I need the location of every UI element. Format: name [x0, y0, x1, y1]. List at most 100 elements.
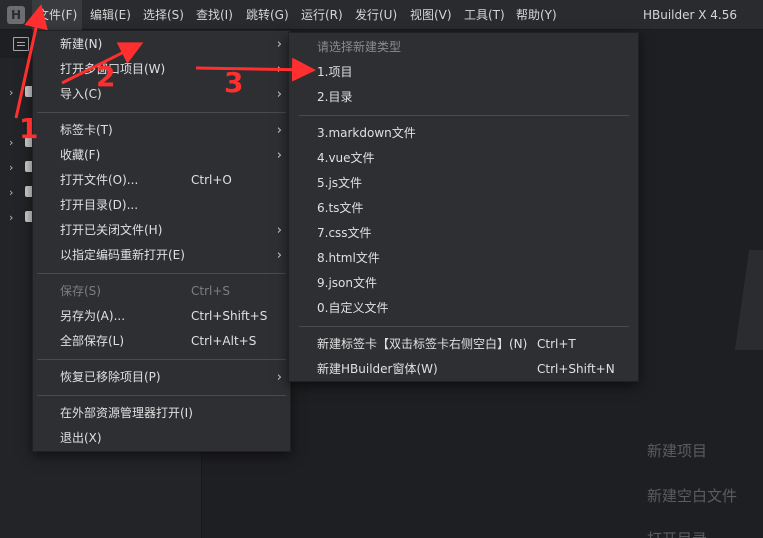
submenu-item-new-window[interactable]: 新建HBuilder窗体(W) Ctrl+Shift+N [289, 357, 638, 382]
submenu-item-label: 8.html文件 [317, 251, 380, 265]
menu-divider [299, 326, 629, 327]
menu-goto[interactable]: 跳转(G) [241, 0, 294, 30]
chevron-right-icon: › [276, 62, 282, 77]
menu-item-open-closed-file[interactable]: 打开已关闭文件(H) › [33, 218, 290, 243]
menu-divider [37, 273, 286, 274]
chevron-right-icon: › [9, 161, 14, 174]
chevron-right-icon: › [9, 86, 14, 99]
menu-item-shortcut: Ctrl+Shift+S [191, 309, 268, 323]
submenu-item-vue[interactable]: 4.vue文件 [289, 146, 638, 171]
menu-tools[interactable]: 工具(T) [459, 0, 510, 30]
menu-item-label: 退出(X) [60, 431, 102, 445]
menu-item-save-as[interactable]: 另存为(A)... Ctrl+Shift+S [33, 304, 290, 329]
welcome-open-dir-link[interactable]: 打开目录 [647, 528, 707, 538]
submenu-item-json[interactable]: 9.json文件 [289, 271, 638, 296]
menu-run[interactable]: 运行(R) [296, 0, 348, 30]
app-title: HBuilder X 4.56 [642, 8, 737, 22]
menu-item-label: 恢复已移除项目(P) [60, 370, 161, 384]
menu-item-label: 打开目录(D)... [60, 198, 139, 212]
annotation-step-1: 1 [19, 112, 39, 145]
menu-select[interactable]: 选择(S) [138, 0, 189, 30]
submenu-header: 请选择新建类型 [289, 35, 638, 60]
annotation-step-2: 2 [96, 60, 116, 93]
welcome-new-project-link[interactable]: 新建项目 [647, 440, 707, 461]
file-menu: 新建(N) › 打开多窗口项目(W) › 导入(C) › 标签卡(T) › 收藏… [32, 30, 291, 452]
menu-item-reopen-with-encoding[interactable]: 以指定编码重新打开(E) › [33, 243, 290, 268]
submenu-item-directory[interactable]: 2.目录 [289, 85, 638, 110]
menu-item-shortcut: Ctrl+O [191, 173, 232, 187]
chevron-right-icon: › [9, 136, 14, 149]
submenu-item-markdown[interactable]: 3.markdown文件 [289, 121, 638, 146]
chevron-right-icon: › [9, 211, 14, 224]
menu-divider [37, 395, 286, 396]
menu-item-label: 在外部资源管理器打开(I) [60, 406, 193, 420]
submenu-item-custom-file[interactable]: 0.自定义文件 [289, 296, 638, 321]
submenu-item-label: 1.项目 [317, 65, 353, 79]
project-manager-icon[interactable] [13, 37, 29, 51]
menu-item-open-directory[interactable]: 打开目录(D)... [33, 193, 290, 218]
menu-item-label: 打开文件(O)... [60, 173, 139, 187]
menu-item-open-in-explorer[interactable]: 在外部资源管理器打开(I) [33, 401, 290, 426]
menu-divider [37, 112, 286, 113]
submenu-item-ts[interactable]: 6.ts文件 [289, 196, 638, 221]
submenu-item-html[interactable]: 8.html文件 [289, 246, 638, 271]
submenu-item-project[interactable]: 1.项目 [289, 60, 638, 85]
menu-find[interactable]: 查找(I) [191, 0, 238, 30]
menu-item-exit[interactable]: 退出(X) [33, 426, 290, 451]
submenu-item-label: 9.json文件 [317, 276, 377, 290]
menu-item-tabs[interactable]: 标签卡(T) › [33, 118, 290, 143]
menu-item-shortcut: Ctrl+S [191, 284, 231, 298]
menu-item-favorites[interactable]: 收藏(F) › [33, 143, 290, 168]
menu-item-label: 以指定编码重新打开(E) [60, 248, 185, 262]
new-submenu: 请选择新建类型 1.项目 2.目录 3.markdown文件 4.vue文件 5… [288, 32, 639, 382]
submenu-header-label: 请选择新建类型 [317, 40, 402, 54]
chevron-right-icon: › [276, 223, 282, 238]
menu-item-label: 全部保存(L) [60, 334, 125, 348]
submenu-item-label: 4.vue文件 [317, 151, 375, 165]
menu-item-label: 收藏(F) [60, 148, 101, 162]
menu-help[interactable]: 帮助(Y) [511, 0, 562, 30]
menu-item-open-file[interactable]: 打开文件(O)... Ctrl+O [33, 168, 290, 193]
submenu-item-label: 3.markdown文件 [317, 126, 416, 140]
menu-item-label: 新建(N) [60, 37, 103, 51]
chevron-right-icon: › [9, 186, 14, 199]
menu-divider [37, 359, 286, 360]
submenu-item-css[interactable]: 7.css文件 [289, 221, 638, 246]
menu-file[interactable]: 文件(F) [32, 0, 83, 30]
menu-item-label: 标签卡(T) [60, 123, 113, 137]
submenu-item-label: 新建标签卡【双击标签卡右侧空白】(N) [317, 337, 528, 351]
chevron-right-icon: › [276, 370, 282, 385]
chevron-right-icon: › [276, 37, 282, 52]
menu-item-save[interactable]: 保存(S) Ctrl+S [33, 279, 290, 304]
submenu-item-label: 0.自定义文件 [317, 301, 389, 315]
submenu-item-label: 新建HBuilder窗体(W) [317, 362, 438, 376]
hbuilder-logo-icon: H [7, 6, 25, 24]
submenu-item-label: 2.目录 [317, 90, 353, 104]
chevron-right-icon: › [276, 248, 282, 263]
submenu-item-shortcut: Ctrl+T [537, 337, 576, 351]
submenu-item-js[interactable]: 5.js文件 [289, 171, 638, 196]
menu-item-new[interactable]: 新建(N) › [33, 32, 290, 57]
menu-item-open-multi-window-project[interactable]: 打开多窗口项目(W) › [33, 57, 290, 82]
menu-item-save-all[interactable]: 全部保存(L) Ctrl+Alt+S [33, 329, 290, 354]
chevron-right-icon: › [276, 148, 282, 163]
menu-item-shortcut: Ctrl+Alt+S [191, 334, 257, 348]
menu-publish[interactable]: 发行(U) [350, 0, 402, 30]
submenu-item-new-tab[interactable]: 新建标签卡【双击标签卡右侧空白】(N) Ctrl+T [289, 332, 638, 357]
submenu-item-label: 7.css文件 [317, 226, 372, 240]
menu-item-label: 打开已关闭文件(H) [60, 223, 163, 237]
menubar: H 文件(F) 编辑(E) 选择(S) 查找(I) 跳转(G) 运行(R) 发行… [0, 0, 763, 30]
menu-item-import[interactable]: 导入(C) › [33, 82, 290, 107]
welcome-new-blank-file-link[interactable]: 新建空白文件 [647, 485, 737, 506]
submenu-item-shortcut: Ctrl+Shift+N [537, 362, 615, 376]
chevron-right-icon: › [276, 123, 282, 138]
menu-item-restore-removed-project[interactable]: 恢复已移除项目(P) › [33, 365, 290, 390]
menu-item-label: 保存(S) [60, 284, 101, 298]
menu-view[interactable]: 视图(V) [405, 0, 457, 30]
menu-edit[interactable]: 编辑(E) [85, 0, 136, 30]
chevron-right-icon: › [276, 87, 282, 102]
menu-item-label: 另存为(A)... [60, 309, 126, 323]
submenu-item-label: 5.js文件 [317, 176, 363, 190]
annotation-step-3: 3 [224, 66, 244, 99]
submenu-item-label: 6.ts文件 [317, 201, 364, 215]
